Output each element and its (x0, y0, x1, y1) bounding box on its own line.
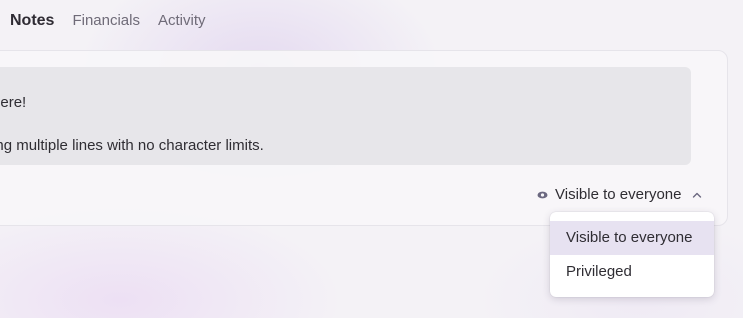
visibility-label: Visible to everyone (555, 186, 682, 203)
option-visible-to-everyone[interactable]: Visible to everyone (550, 221, 714, 255)
eye-icon (537, 191, 548, 199)
visibility-selector[interactable]: Visible to everyone (537, 185, 702, 205)
tab-bar: Notes Financials Activity (10, 8, 206, 34)
visibility-dropdown: Visible to everyone Privileged (550, 212, 714, 297)
note-line: ote here! (0, 94, 27, 111)
tab-financials[interactable]: Financials (72, 8, 140, 34)
tab-activity[interactable]: Activity (158, 8, 206, 34)
tab-notes[interactable]: Notes (10, 8, 54, 34)
note-text-area[interactable]: ote here! anning multiple lines with no … (0, 67, 691, 165)
option-privileged[interactable]: Privileged (550, 255, 714, 289)
chevron-up-icon (693, 192, 702, 198)
note-card: ote here! anning multiple lines with no … (0, 50, 728, 226)
note-line: anning multiple lines with no character … (0, 137, 264, 154)
